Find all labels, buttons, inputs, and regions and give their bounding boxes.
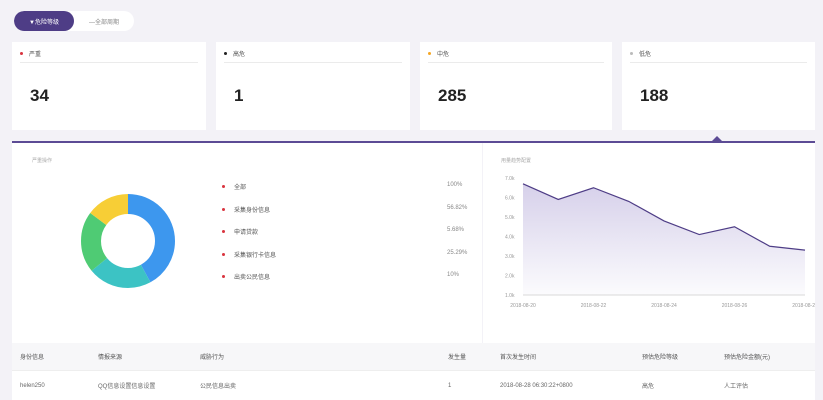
stat-card-header: 中危 <box>428 49 604 63</box>
stat-card-label: 中危 <box>437 52 450 58</box>
column-header: 预估危险金额(元) <box>724 355 770 361</box>
legend-dot-icon <box>222 207 225 211</box>
severity-dot-icon <box>224 52 227 55</box>
stat-card-value: 285 <box>438 86 467 105</box>
x-tick-label: 2018-08-22 <box>581 303 607 309</box>
x-tick-label: 2018-08-26 <box>722 303 748 309</box>
legend-label: 全部 <box>234 185 247 191</box>
table-cell: 2018-08-28 06:30:22+0800 <box>500 382 573 389</box>
severity-dot-icon <box>630 52 633 55</box>
legend-value: 100% <box>447 182 463 188</box>
x-tick-label: 2018-08-28 <box>792 303 815 309</box>
stat-card-header: 高危 <box>224 49 402 63</box>
trend-area-chart: 7.0k 6.0k 5.0k 4.0k 3.0k 2.0k 1.0k 2018-08-20 20… <box>505 176 815 309</box>
x-tick-label: 2018-08-20 <box>510 303 536 309</box>
view-toggle: ▼危险等级 —全部周期 <box>14 11 134 31</box>
stat-card-medium[interactable]: 中危 285 <box>420 42 612 130</box>
stat-card-value: 188 <box>640 86 669 105</box>
toggle-option-risk-level[interactable]: ▼危险等级 <box>14 11 74 31</box>
legend-value: 10% <box>447 272 460 278</box>
legend-label: 采集身份信息 <box>234 207 271 214</box>
table-cell: QQ信息设置信息设置 <box>98 384 156 390</box>
column-header: 预估危险等级 <box>642 355 679 361</box>
event-table: 身份信息 情报来源 威胁行为 发生量 首次发生时间 预估危险等级 预估危险金额(… <box>12 343 815 400</box>
legend-item[interactable]: 申请贷款 5.68% <box>222 226 482 249</box>
legend-value: 5.68% <box>447 227 465 233</box>
y-tick-label: 7.0k <box>505 176 515 182</box>
table-row[interactable]: helen250 QQ信息设置信息设置 公民信息出卖 1 2018-08-28 … <box>12 371 815 400</box>
legend-item[interactable]: 全部 100% <box>222 181 482 204</box>
legend-dot-icon <box>222 275 225 278</box>
panel-title: 严重操作 <box>32 158 53 164</box>
y-tick-label: 5.0k <box>505 215 515 221</box>
table-cell: 高危 <box>642 384 655 390</box>
stat-card-value: 1 <box>234 86 244 105</box>
trend-panel: 用量趋势配置 7.0k 6.0k 5.0k 4.0k 3.0k 2.0k 1.0k 2018-… <box>483 143 815 343</box>
severity-dot-icon <box>20 52 23 55</box>
legend-dot-icon <box>222 252 225 256</box>
y-tick-label: 2.0k <box>505 274 515 280</box>
stat-card-header: 严重 <box>20 49 198 63</box>
y-tick-label: 4.0k <box>505 235 515 241</box>
area-fill <box>523 183 805 295</box>
legend-label: 申请贷款 <box>234 230 259 236</box>
y-tick-label: 6.0k <box>505 196 515 202</box>
stat-card-label: 高危 <box>233 52 246 58</box>
legend-value: 56.82% <box>447 204 468 211</box>
stat-card-label: 低危 <box>639 52 652 58</box>
stat-card-value: 34 <box>30 86 49 105</box>
legend-value: 25.29% <box>447 249 468 256</box>
legend-item[interactable]: 采集身份信息 56.82% <box>222 204 482 227</box>
donut-legend: 全部 100% 采集身份信息 56.82% 申请贷款 5.68% 采集银行卡信息… <box>222 181 482 294</box>
toggle-option-label: —全部周期 <box>88 19 119 26</box>
column-header: 情报来源 <box>98 355 123 361</box>
active-card-pointer-icon <box>711 136 723 142</box>
column-header: 威胁行为 <box>200 355 225 361</box>
table-cell: helen250 <box>20 382 45 389</box>
legend-item[interactable]: 出卖公民信息 10% <box>222 271 482 294</box>
donut-panel: 严重操作 全部 100% 采集身份信息 56.82% 申请贷款 5.68% 采集… <box>12 143 482 343</box>
column-header: 首次发生时间 <box>500 355 537 361</box>
legend-label: 采集银行卡信息 <box>234 252 277 259</box>
stat-card-header: 低危 <box>630 49 807 63</box>
toggle-option-label: ▼危险等级 <box>29 19 59 26</box>
legend-item[interactable]: 采集银行卡信息 25.29% <box>222 249 482 272</box>
stat-card-low[interactable]: 低危 188 <box>622 42 815 130</box>
toggle-option-all-periods[interactable]: —全部周期 <box>74 11 134 31</box>
table-cell: 公民信息出卖 <box>200 384 237 390</box>
column-header: 身份信息 <box>20 355 45 361</box>
table-cell: 人工评估 <box>724 384 749 390</box>
legend-dot-icon <box>222 230 225 233</box>
donut-chart <box>81 194 175 288</box>
y-tick-label: 3.0k <box>505 254 515 260</box>
table-cell: 1 <box>448 382 452 389</box>
table-header: 身份信息 情报来源 威胁行为 发生量 首次发生时间 预估危险等级 预估危险金额(… <box>12 343 815 371</box>
legend-label: 出卖公民信息 <box>234 275 271 281</box>
severity-dot-icon <box>428 52 431 55</box>
x-tick-label: 2018-08-24 <box>651 303 677 309</box>
stat-card-label: 严重 <box>29 52 42 58</box>
stat-card-high[interactable]: 高危 1 <box>216 42 410 130</box>
stat-card-severe[interactable]: 严重 34 <box>12 42 206 130</box>
y-tick-label: 1.0k <box>505 293 515 299</box>
column-header: 发生量 <box>448 355 467 361</box>
legend-dot-icon <box>222 185 225 188</box>
